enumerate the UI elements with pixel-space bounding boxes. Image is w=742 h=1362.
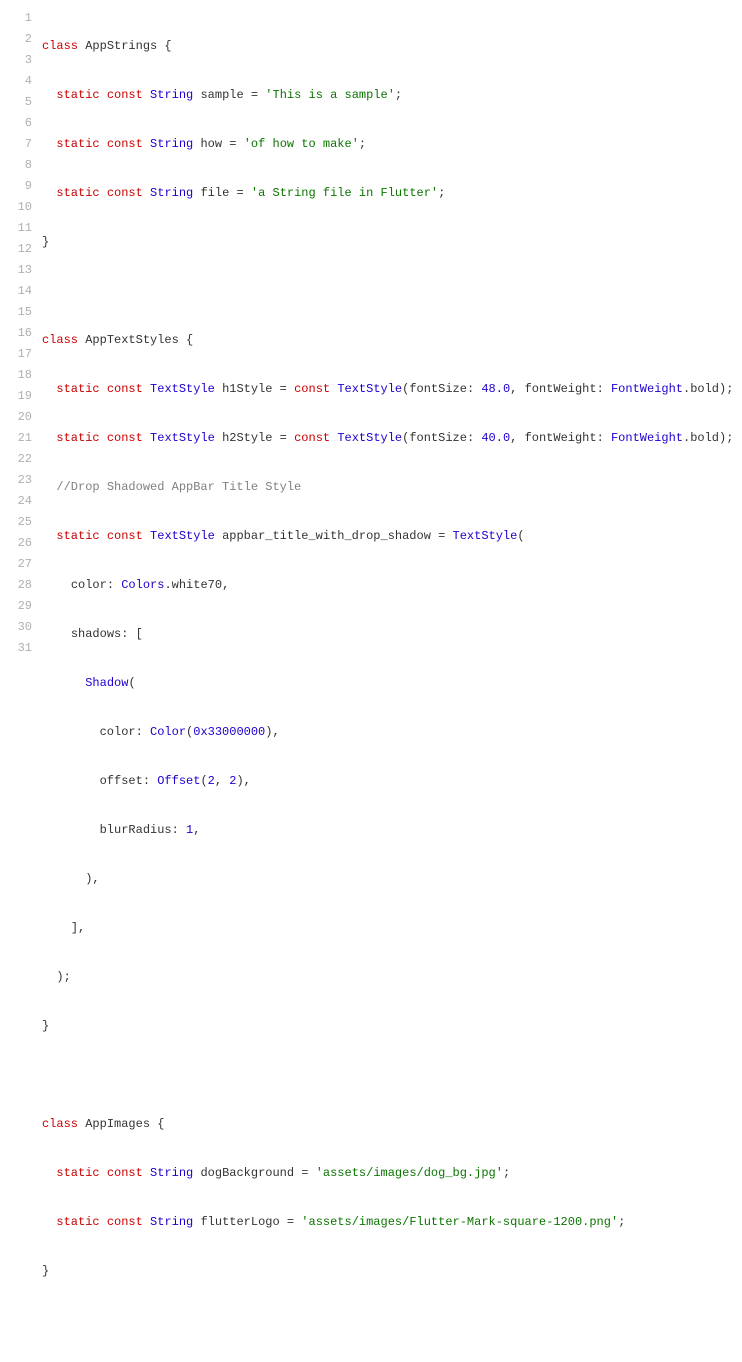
code-line: } <box>42 1016 742 1037</box>
line-number: 16 <box>0 323 32 344</box>
line-number: 25 <box>0 512 32 533</box>
code-line <box>42 1065 742 1086</box>
line-number: 23 <box>0 470 32 491</box>
line-number: 9 <box>0 176 32 197</box>
code-line <box>42 281 742 302</box>
code-line: blurRadius: 1, <box>42 820 742 841</box>
code-line: class AppTextStyles { <box>42 330 742 351</box>
line-number: 29 <box>0 596 32 617</box>
line-number: 26 <box>0 533 32 554</box>
line-number: 14 <box>0 281 32 302</box>
code-line <box>42 1310 742 1331</box>
code-line: //Drop Shadowed AppBar Title Style <box>42 477 742 498</box>
code-line: } <box>42 1261 742 1282</box>
line-number: 10 <box>0 197 32 218</box>
line-number: 21 <box>0 428 32 449</box>
line-number: 12 <box>0 239 32 260</box>
line-number: 13 <box>0 260 32 281</box>
line-number: 31 <box>0 638 32 659</box>
line-number: 19 <box>0 386 32 407</box>
line-number: 28 <box>0 575 32 596</box>
code-line: ), <box>42 869 742 890</box>
code-line: static const String file = 'a String fil… <box>42 183 742 204</box>
line-number: 18 <box>0 365 32 386</box>
code-line: Shadow( <box>42 673 742 694</box>
line-number: 15 <box>0 302 32 323</box>
code-line: color: Color(0x33000000), <box>42 722 742 743</box>
code-line: static const TextStyle h2Style = const T… <box>42 428 742 449</box>
code-line: } <box>42 232 742 253</box>
code-line: static const TextStyle h1Style = const T… <box>42 379 742 400</box>
line-number: 7 <box>0 134 32 155</box>
line-number: 1 <box>0 8 32 29</box>
line-number: 3 <box>0 50 32 71</box>
code-content[interactable]: class AppStrings { static const String s… <box>42 8 742 1362</box>
code-line: static const String sample = 'This is a … <box>42 85 742 106</box>
line-gutter: 1 2 3 4 5 6 7 8 9 10 11 12 13 14 15 16 1… <box>0 8 42 1362</box>
code-line: offset: Offset(2, 2), <box>42 771 742 792</box>
code-line: static const TextStyle appbar_title_with… <box>42 526 742 547</box>
line-number: 6 <box>0 113 32 134</box>
line-number: 20 <box>0 407 32 428</box>
line-number: 24 <box>0 491 32 512</box>
line-number: 17 <box>0 344 32 365</box>
line-number: 2 <box>0 29 32 50</box>
line-number: 30 <box>0 617 32 638</box>
code-line: static const String how = 'of how to mak… <box>42 134 742 155</box>
code-line: class AppStrings { <box>42 36 742 57</box>
code-editor: 1 2 3 4 5 6 7 8 9 10 11 12 13 14 15 16 1… <box>0 0 742 1362</box>
line-number: 4 <box>0 71 32 92</box>
code-line: color: Colors.white70, <box>42 575 742 596</box>
line-number: 8 <box>0 155 32 176</box>
code-line: ); <box>42 967 742 988</box>
code-line: class AppImages { <box>42 1114 742 1135</box>
code-line: class AppVectors { <box>42 1359 742 1362</box>
line-number: 11 <box>0 218 32 239</box>
code-line: shadows: [ <box>42 624 742 645</box>
code-line: static const String flutterLogo = 'asset… <box>42 1212 742 1233</box>
code-line: static const String dogBackground = 'ass… <box>42 1163 742 1184</box>
code-line: ], <box>42 918 742 939</box>
line-number: 5 <box>0 92 32 113</box>
line-number: 27 <box>0 554 32 575</box>
line-number: 22 <box>0 449 32 470</box>
